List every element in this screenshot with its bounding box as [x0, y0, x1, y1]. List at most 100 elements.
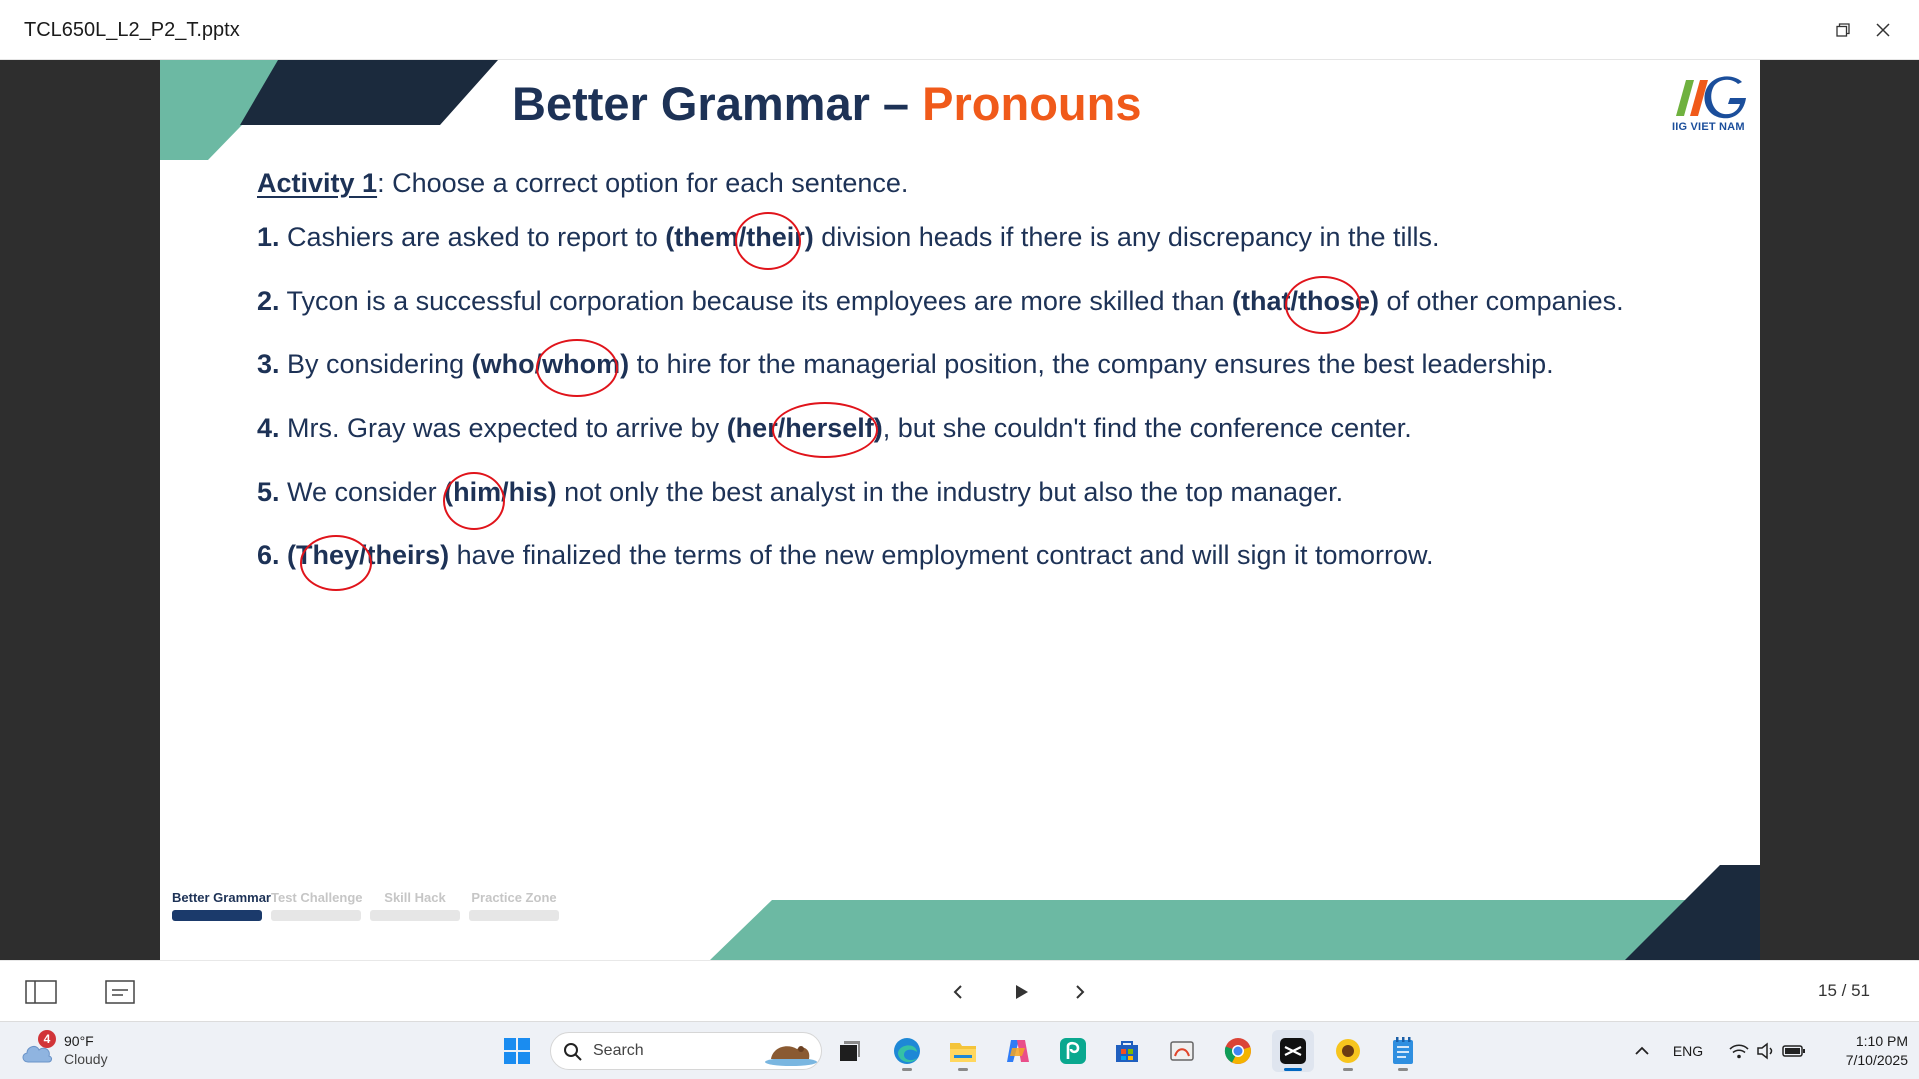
- progress-step-bar: [172, 910, 262, 921]
- restore-icon: [1836, 23, 1850, 37]
- answer-circle-6: [300, 535, 372, 591]
- question-6: 6. (They/theirs) have finalized the term…: [257, 540, 1434, 571]
- show-hidden-icons-button[interactable]: [1630, 1030, 1654, 1072]
- sunflower-app-button[interactable]: [1327, 1030, 1369, 1072]
- progress-step-bar: [271, 910, 361, 921]
- copilot-button[interactable]: [997, 1030, 1039, 1072]
- weather-temperature: 90°F: [64, 1033, 94, 1049]
- close-icon: [1876, 23, 1890, 37]
- progress-step-label: Skill Hack: [384, 890, 446, 905]
- page-current: 15: [1818, 981, 1837, 1000]
- progress-step-practice-zone[interactable]: Practice Zone: [469, 890, 559, 921]
- clock-date: 7/10/2025: [1845, 1052, 1908, 1068]
- task-view-icon: [840, 1041, 860, 1061]
- sidebar-panel-icon: [25, 980, 57, 1004]
- language-indicator[interactable]: ENG: [1664, 1030, 1712, 1072]
- toggle-sidebar-button[interactable]: [24, 975, 58, 1009]
- progress-step-skill-hack[interactable]: Skill Hack: [370, 890, 460, 921]
- snipping-icon: [1170, 1041, 1194, 1061]
- store-icon: [1116, 1041, 1138, 1062]
- question-text-after: division heads if there is any discrepan…: [813, 222, 1440, 252]
- question-text-before: We consider: [279, 477, 445, 507]
- question-number: 3.: [257, 349, 280, 379]
- page-separator: /: [1836, 981, 1852, 1000]
- activity-heading: Activity 1: Choose a correct option for …: [257, 168, 908, 199]
- progress-step-label: Better Grammar: [172, 890, 271, 905]
- slide-title-main: Better Grammar –: [512, 77, 923, 130]
- system-clock[interactable]: 1:10 PM 7/10/2025: [1808, 1032, 1908, 1070]
- next-slide-button[interactable]: [1062, 975, 1096, 1009]
- bottom-right-decoration: [710, 865, 1760, 960]
- copilot-icon: [1007, 1040, 1029, 1062]
- previous-slide-button[interactable]: [942, 975, 976, 1009]
- answer-circle-3: [536, 339, 618, 397]
- question-number: 6.: [257, 540, 280, 570]
- weather-alert-badge: 4: [38, 1030, 56, 1048]
- file-explorer-icon: [950, 1043, 976, 1062]
- snipping-button[interactable]: [1161, 1030, 1203, 1072]
- progress-step-label: Practice Zone: [471, 890, 557, 905]
- question-text-before: [280, 540, 288, 570]
- iig-logo: IIG VIET NAM: [1672, 74, 1748, 134]
- picsart-icon: [1060, 1038, 1086, 1064]
- question-text-after: have finalized the terms of the new empl…: [449, 540, 1434, 570]
- question-number: 2.: [257, 286, 280, 316]
- edge-button[interactable]: [886, 1030, 928, 1072]
- search-icon: [564, 1043, 582, 1061]
- window-title-bar: TCL650L_L2_P2_T.pptx: [0, 0, 1919, 60]
- question-text-before: Mrs. Gray was expected to arrive by: [279, 413, 727, 443]
- start-button[interactable]: [496, 1030, 538, 1072]
- question-number: 5.: [257, 477, 280, 507]
- progress-step-better-grammar[interactable]: Better Grammar: [172, 890, 271, 921]
- chrome-icon: [1224, 1038, 1251, 1064]
- question-text-before: By considering: [279, 349, 472, 379]
- windows-start-icon: [504, 1038, 530, 1064]
- taskbar: 4 90°F Cloudy Search ENG 1:10 PM 7/10/20…: [0, 1021, 1919, 1079]
- question-text-after: of other companies.: [1379, 286, 1624, 316]
- toggle-notes-button[interactable]: [103, 975, 137, 1009]
- activity-label: Activity 1: [257, 168, 378, 198]
- file-explorer-button[interactable]: [942, 1030, 984, 1072]
- sunflower-icon: [1336, 1039, 1360, 1063]
- taskbar-search[interactable]: Search: [550, 1032, 822, 1070]
- top-left-decoration: [160, 60, 498, 160]
- weather-condition: Cloudy: [64, 1051, 108, 1067]
- slide-title: Better Grammar – Pronouns: [512, 76, 1141, 131]
- store-button[interactable]: [1106, 1030, 1148, 1072]
- viewer-toolbar: 15 / 51: [0, 960, 1919, 1021]
- question-number: 1.: [257, 222, 280, 252]
- document-title: TCL650L_L2_P2_T.pptx: [24, 19, 240, 41]
- answer-circle-4: [772, 402, 878, 458]
- capcut-button[interactable]: [1272, 1030, 1314, 1072]
- notepad-button[interactable]: [1382, 1030, 1424, 1072]
- progress-step-test-challenge[interactable]: Test Challenge: [271, 890, 363, 921]
- task-view-button[interactable]: [829, 1030, 871, 1072]
- chevron-right-icon: [1076, 985, 1085, 999]
- question-text-after: , but she couldn't find the conference c…: [882, 413, 1412, 443]
- close-button[interactable]: [1867, 14, 1899, 46]
- restore-button[interactable]: [1827, 14, 1859, 46]
- page-total: 51: [1851, 981, 1871, 1000]
- progress-step-bar: [469, 910, 559, 921]
- question-text-before: Tycon is a successful corporation becaus…: [279, 286, 1233, 316]
- answer-circle-2: [1285, 276, 1361, 334]
- play-icon: [1016, 985, 1028, 999]
- question-5: 5. We consider (him/his) not only the be…: [257, 477, 1343, 508]
- answer-circle-1: [735, 212, 801, 270]
- question-1: 1. Cashiers are asked to report to (them…: [257, 222, 1440, 253]
- iig-logo-mark-icon: [1676, 76, 1746, 119]
- system-tray-status[interactable]: [1722, 1030, 1812, 1072]
- weather-widget[interactable]: 4 90°F Cloudy: [20, 1030, 130, 1072]
- question-text-after: not only the best analyst in the industr…: [556, 477, 1344, 507]
- page-counter: 15 / 51: [1818, 981, 1870, 1001]
- activity-instruction: : Choose a correct option for each sente…: [377, 168, 909, 198]
- slide-canvas: Better Grammar – Pronouns IIG VIET NAM A…: [160, 60, 1760, 960]
- chrome-button[interactable]: [1217, 1030, 1259, 1072]
- clock-time: 1:10 PM: [1855, 1033, 1908, 1049]
- picsart-button[interactable]: [1052, 1030, 1094, 1072]
- play-slideshow-button[interactable]: [1004, 975, 1038, 1009]
- notes-icon: [105, 980, 135, 1004]
- progress-step-label: Test Challenge: [271, 890, 363, 905]
- answer-circle-5: [443, 472, 505, 530]
- battery-icon: [1782, 1045, 1805, 1057]
